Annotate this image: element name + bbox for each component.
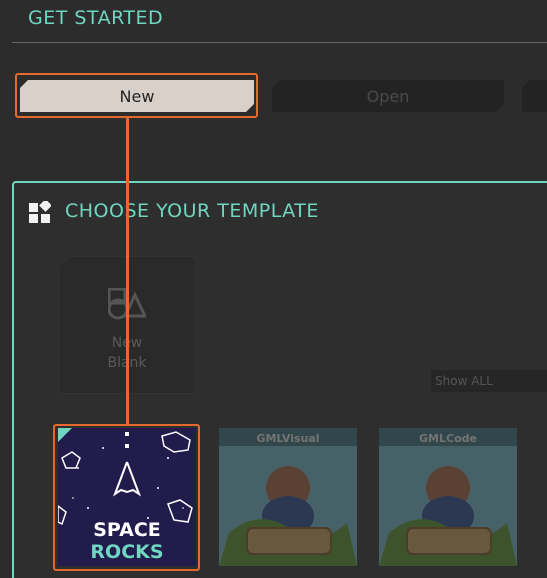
- start-page: GET STARTED New Open CHOOSE YOUR TEMPLAT…: [0, 0, 547, 578]
- windy-woods-code-card[interactable]: GMLCode: [379, 428, 517, 566]
- new-button[interactable]: New: [20, 80, 254, 112]
- open-button[interactable]: Open: [272, 80, 504, 112]
- windy-woods-thumbnail: [219, 428, 357, 566]
- gml-code-tag: GMLCode: [419, 432, 477, 445]
- template-filter-select[interactable]: Show ALL: [431, 370, 547, 392]
- space-rocks-card[interactable]: SPACE ROCKS: [58, 428, 196, 566]
- space-rocks-title-line2: ROCKS: [90, 541, 164, 563]
- choose-template-heading: CHOOSE YOUR TEMPLATE: [65, 200, 319, 222]
- windy-woods-visual-card[interactable]: GMLVisual: [219, 428, 357, 566]
- gml-visual-tag: GMLVisual: [256, 432, 320, 445]
- divider: [12, 42, 547, 43]
- windy-woods-thumbnail: [379, 428, 517, 566]
- template-grid-icon: [29, 201, 51, 223]
- tutorial-connector-line: [126, 118, 129, 426]
- get-started-heading: GET STARTED: [28, 7, 164, 29]
- third-button[interactable]: [522, 80, 547, 112]
- space-rocks-title-line1: SPACE: [93, 519, 161, 541]
